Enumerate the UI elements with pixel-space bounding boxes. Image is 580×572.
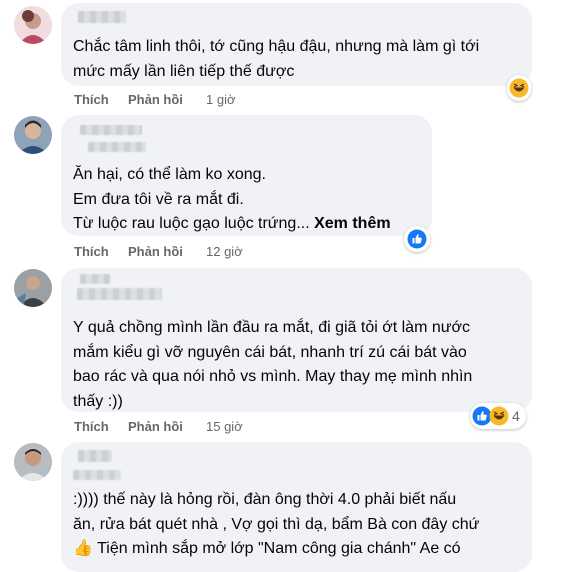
haha-icon (489, 406, 509, 426)
reaction-badge[interactable] (507, 75, 531, 101)
author-name-2 (77, 288, 162, 300)
haha-icon (509, 78, 529, 98)
comment-4: :)))) thế này là hỏng rồi, đàn ông thời … (0, 440, 580, 572)
like-link[interactable]: Thích (74, 419, 109, 434)
reply-link[interactable]: Phản hồi (128, 92, 183, 107)
timestamp[interactable]: 15 giờ (206, 419, 243, 434)
author-name[interactable] (78, 450, 112, 462)
like-icon (407, 229, 427, 249)
author-name[interactable] (78, 11, 126, 23)
reaction-badge[interactable] (404, 226, 430, 252)
comment-2: Ăn hại, có thể làm ko xong. Em đưa tôi v… (0, 110, 580, 265)
reply-link[interactable]: Phản hồi (128, 419, 183, 434)
comment-3: Y quả chồng mình lần đầu ra mắt, đi giã … (0, 265, 580, 440)
author-name[interactable] (80, 125, 142, 135)
comment-bubble: :)))) thế này là hỏng rồi, đàn ông thời … (61, 442, 532, 572)
comment-1: Chắc tâm linh thôi, tớ cũng hậu đậu, như… (0, 0, 580, 110)
timestamp[interactable]: 12 giờ (206, 244, 243, 259)
author-name-2 (88, 142, 146, 152)
avatar[interactable] (14, 116, 52, 154)
see-more-link[interactable]: Xem thêm (314, 215, 390, 232)
comment-text: Ăn hại, có thể làm ko xong. Em đưa tôi v… (73, 163, 428, 237)
author-name-2 (73, 470, 121, 480)
like-link[interactable]: Thích (74, 244, 109, 259)
comment-body: Ăn hại, có thể làm ko xong. Em đưa tôi v… (73, 166, 310, 232)
author-name[interactable] (80, 274, 110, 284)
reaction-badge[interactable]: 4 (470, 403, 526, 429)
reply-link[interactable]: Phản hồi (128, 244, 183, 259)
comment-text: Chắc tâm linh thôi, tớ cũng hậu đậu, như… (73, 38, 480, 80)
avatar[interactable] (14, 269, 52, 307)
comment-bubble: Ăn hại, có thể làm ko xong. Em đưa tôi v… (61, 115, 432, 236)
comment-bubble: Chắc tâm linh thôi, tớ cũng hậu đậu, như… (61, 3, 532, 86)
timestamp[interactable]: 1 giờ (206, 92, 236, 107)
avatar[interactable] (14, 6, 52, 44)
like-link[interactable]: Thích (74, 92, 109, 107)
comment-text: Y quả chồng mình lần đầu ra mắt, đi giã … (73, 319, 473, 410)
reaction-count: 4 (512, 408, 520, 424)
avatar[interactable] (14, 443, 52, 481)
comment-bubble: Y quả chồng mình lần đầu ra mắt, đi giã … (61, 268, 532, 412)
comment-text: :)))) thế này là hỏng rồi, đàn ông thời … (73, 491, 480, 557)
